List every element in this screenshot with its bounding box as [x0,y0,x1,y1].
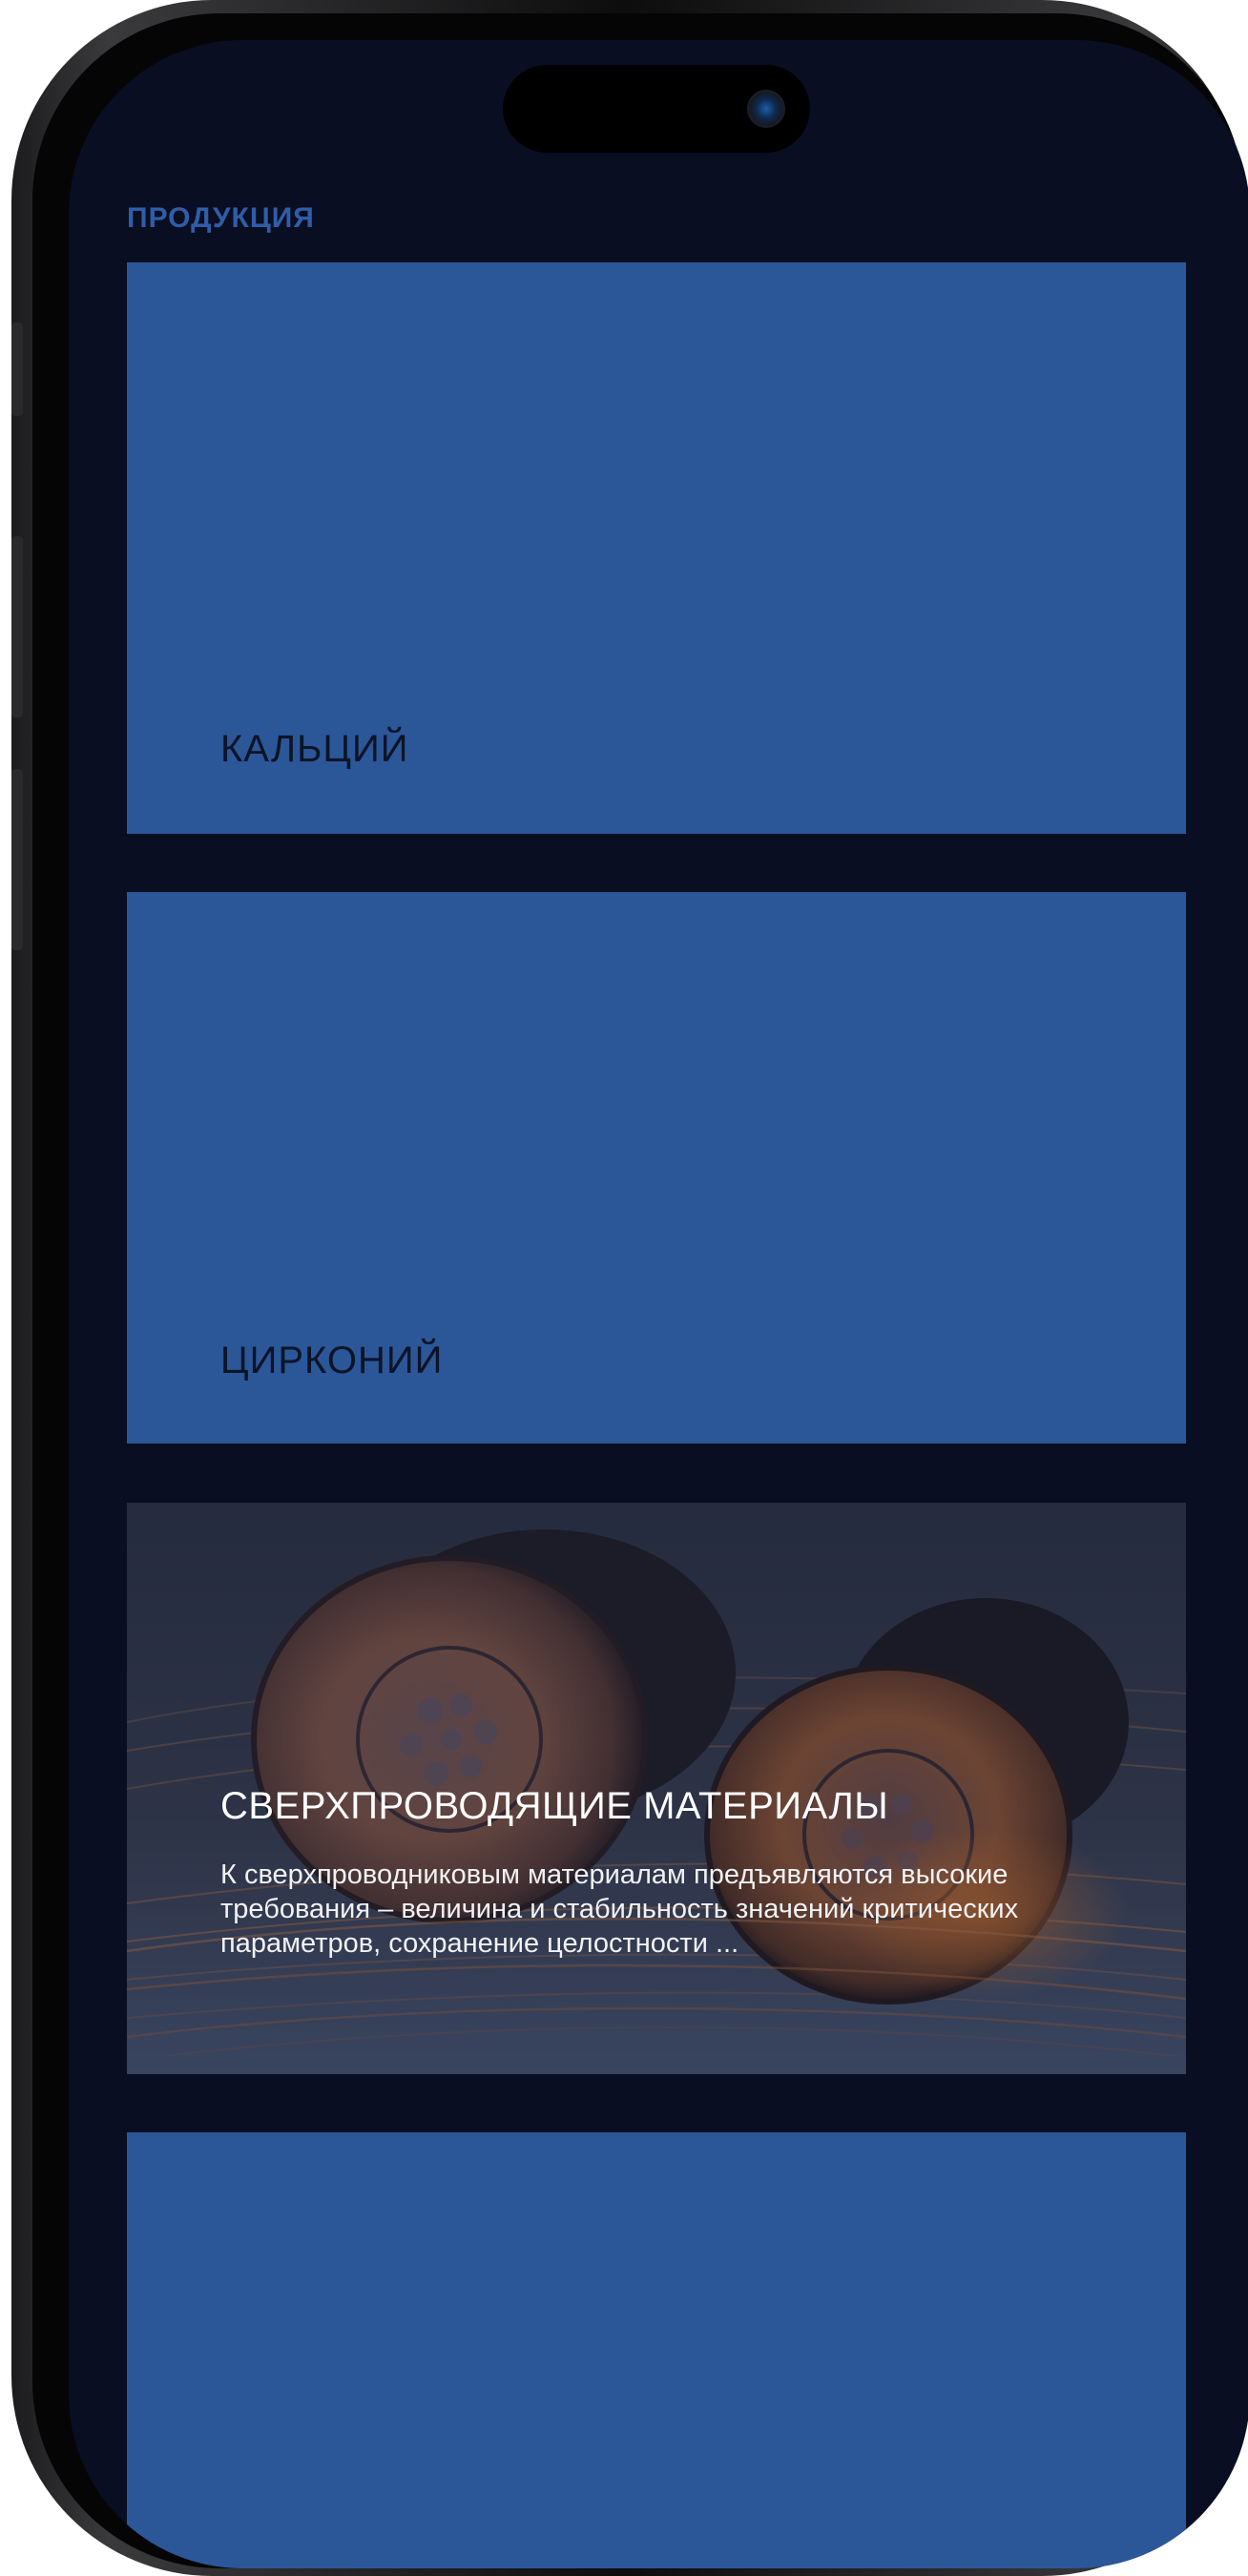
product-card-title: КАЛЬЦИЙ [220,728,409,770]
dynamic-island [503,65,810,153]
phone-bezel: ПРОДУКЦИЯ КАЛЬЦИЙ ЦИРКОНИЙ СВЕРХПРОВОДЯЩ… [32,13,1248,2568]
page-title: ПРОДУКЦИЯ [127,202,315,234]
app-screen: ПРОДУКЦИЯ КАЛЬЦИЙ ЦИРКОНИЙ СВЕРХПРОВОДЯЩ… [69,40,1248,2568]
product-card-zirconium[interactable]: ЦИРКОНИЙ [127,892,1186,1444]
product-card-superconducting[interactable]: СВЕРХПРОВОДЯЩИЕ МАТЕРИАЛЫ К сверхпроводн… [127,1503,1186,2074]
product-card[interactable] [127,2132,1186,2568]
camera-icon [747,90,785,128]
product-card-calcium[interactable]: КАЛЬЦИЙ [127,262,1186,834]
volume-up-button [11,536,23,717]
product-card-title: ЦИРКОНИЙ [220,1340,444,1381]
product-card-description: К сверхпроводниковым материалам предъявл… [220,1859,1019,1959]
action-button [11,322,23,416]
product-card-title: СВЕРХПРОВОДЯЩИЕ МАТЕРИАЛЫ [220,1785,889,1827]
phone-frame: ПРОДУКЦИЯ КАЛЬЦИЙ ЦИРКОНИЙ СВЕРХПРОВОДЯЩ… [11,0,1248,2576]
volume-down-button [11,769,23,950]
